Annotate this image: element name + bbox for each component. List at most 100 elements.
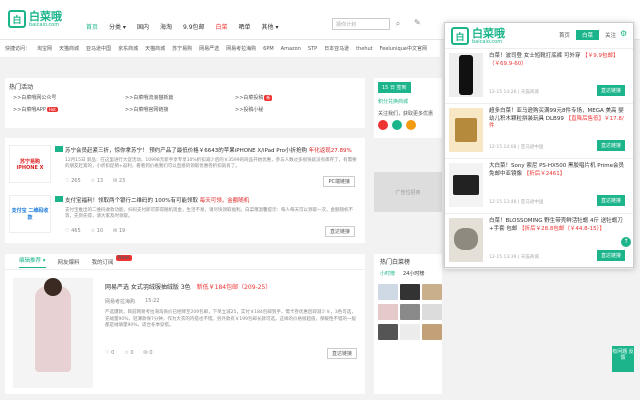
rss-icon[interactable] (406, 120, 416, 130)
deal-title[interactable]: 苏宁会员赶紧三折，惊你拿苏宁！ 预约产品了最低价格￥6643的苹果iPHONE … (65, 146, 352, 154)
comment-count[interactable]: ✉ 19 (113, 228, 125, 234)
quick-link[interactable]: 天猫商城 (145, 45, 165, 52)
deal-thumbnail[interactable]: 苏宁易购 iPHONE X (9, 145, 51, 183)
nav-99[interactable]: 9.9包邮 (183, 22, 205, 31)
scroll-top-icon[interactable]: ↑ (621, 237, 631, 247)
search-icon[interactable]: ⌕ (392, 18, 404, 30)
nav-other[interactable]: 其他 ▾ (262, 22, 279, 31)
like-count[interactable]: ♡ 0 (105, 350, 114, 356)
deal-thumbnail[interactable]: 支付宝 二维码收款 (9, 195, 51, 233)
deal-desc: 12月15日 新品：在这里进行大促活动，10998元新手享专享10%折扣减少后的… (65, 158, 357, 169)
quick-link[interactable]: thehut (356, 46, 373, 52)
rank-thumb[interactable] (422, 304, 442, 320)
deal-link-button[interactable]: 直达链接 (324, 226, 355, 237)
popup-link-button[interactable]: 直达链接 (596, 250, 625, 261)
like-count[interactable]: ♡ 265 (65, 178, 81, 184)
collect-count[interactable]: ☆ 13 (91, 178, 103, 184)
popup-link-button[interactable]: 直达链接 (596, 140, 625, 151)
rank-thumb[interactable] (378, 324, 398, 340)
quick-link[interactable]: 6PM (263, 46, 274, 52)
quick-link[interactable]: 网易考拉海购 (226, 45, 256, 52)
popup-item-title[interactable]: 大白菜！Sony 索尼 PS-HX500 黑胶唱片机 Prime会员免邮中亚镜像… (489, 163, 625, 178)
rank-thumb[interactable] (378, 284, 398, 300)
feed-title[interactable]: 网易严选 女式羽绒服抽绒版 3色 新低￥184包邮（209-25） (105, 282, 271, 291)
hot-link[interactable]: >>白菜哦APP Hot (13, 106, 58, 113)
feed-link-button[interactable]: 直达链接 (326, 348, 357, 359)
main-nav: 首页 分类 ▾ 国内 海淘 9.9包邮 白菜 晒单 其他 ▾ (86, 22, 289, 31)
popup-item-title[interactable]: 超多白菜！亚马逊购买满99元8件专场，MEGA 美高 婴幼儿积木颗粒拼装玩具 D… (489, 108, 625, 131)
hot-link[interactable]: >>白菜投稿新 (235, 94, 273, 101)
quick-link[interactable]: Amazon (281, 46, 301, 52)
tab-hour-rank[interactable]: 小时榜 (380, 270, 395, 277)
collect-count[interactable]: ☆ 10 (91, 228, 103, 234)
like-count[interactable]: ♡ 465 (65, 228, 81, 234)
tab-editor-picks[interactable]: 编辑推荐 ▾ (19, 256, 46, 268)
popup-item-image[interactable] (449, 108, 483, 152)
quick-link[interactable]: 淘宝网 (37, 45, 52, 52)
tab-subscriptions[interactable]: 我的订阅 (92, 258, 114, 266)
feedback-button[interactable]: 有问题 反馈 (612, 346, 634, 372)
edit-icon[interactable]: ✎ (414, 18, 426, 30)
comment-count[interactable]: ✉ 23 (113, 178, 125, 184)
quick-link[interactable]: 京东商城 (118, 45, 138, 52)
quick-link[interactable]: STP (308, 46, 317, 52)
tab-day-rank[interactable]: 24小时榜 (403, 270, 424, 277)
rank-thumb[interactable] (400, 324, 420, 340)
rank-thumb[interactable] (400, 284, 420, 300)
rank-thumb[interactable] (422, 284, 442, 300)
deal-desc: 支付宝推出的二维码收款功能，扫码支付即可获得随机现金，生活不易，请尽快领取福利。… (65, 208, 353, 219)
nav-overseas[interactable]: 海淘 (160, 22, 172, 31)
popup-tab-home[interactable]: 首页 (553, 30, 576, 40)
rank-thumb[interactable] (400, 304, 420, 320)
nav-baicai[interactable]: 白菜 (216, 22, 228, 31)
product-image[interactable] (13, 278, 93, 388)
quick-link[interactable]: Feelunique中文官网 (380, 45, 427, 52)
quick-link[interactable]: 亚马逊中国 (86, 45, 111, 52)
popup-link-button[interactable]: 直达链接 (596, 195, 625, 206)
checkin-button[interactable]: 15 日 签到 (378, 82, 411, 93)
gear-icon[interactable]: ⚙ (620, 29, 627, 38)
tab-user-reports[interactable]: 网友爆料 (58, 258, 80, 266)
ad-slot[interactable]: 广告位招商 (374, 172, 442, 212)
site-logo[interactable]: 白 白菜哦 baicaio.com (8, 10, 62, 28)
quick-link[interactable]: 日本亚马逊 (324, 45, 349, 52)
points-mall-link[interactable]: 积分兑换商城 (378, 98, 408, 105)
popup-item-image[interactable] (449, 163, 483, 207)
collect-count[interactable]: ☆ 0 (124, 350, 133, 356)
quick-link[interactable]: 网易严选 (199, 45, 219, 52)
hot-link[interactable]: >>投稿小秘 (235, 106, 263, 113)
deal-item: 苏宁易购 iPHONE X 苏宁会员赶紧三折，惊你拿苏宁！ 预约产品了最低价格￥… (9, 142, 361, 188)
popup-item-image[interactable] (449, 53, 483, 97)
hot-link[interactable]: >>白菜哦官网链接 (125, 106, 168, 113)
popup-item-image[interactable] (449, 218, 483, 262)
quick-link[interactable]: 天猫商城 (59, 45, 79, 52)
popup-link-button[interactable]: 直达链接 (596, 85, 625, 96)
deal-tag-icon (55, 196, 63, 202)
nav-domestic[interactable]: 国内 (137, 22, 149, 31)
comment-count[interactable]: ✉ 0 (144, 350, 153, 356)
rank-thumb[interactable] (422, 324, 442, 340)
popup-logo[interactable]: 白 白菜哦 baicaio.com (451, 27, 505, 45)
hot-link[interactable]: >>白菜哦网公众号 (13, 94, 56, 101)
deal-title[interactable]: 支付宝福利！领取两个银行二维码的 100%有可能领取 每天可领，金额随机 (65, 196, 249, 204)
hot-link[interactable]: >>白菜哦流浪猫新篇 (125, 94, 173, 101)
search-input[interactable]: 猜你计划 (332, 18, 390, 30)
popup-item-meta: 12-15 14:08 | 亚马逊中国 (489, 145, 544, 150)
deal-link-button[interactable]: PC端链接 (323, 176, 355, 187)
popup-tab-follow[interactable]: 关注 (599, 30, 622, 40)
nav-category[interactable]: 分类 ▾ (109, 22, 126, 31)
rank-thumb[interactable] (378, 304, 398, 320)
popup-tab-baicai[interactable]: 白菜 (576, 30, 600, 40)
wechat-icon[interactable] (392, 120, 402, 130)
quick-link[interactable]: 苏宁易购 (172, 45, 192, 52)
popup-logo-subtext: baicaio.com (472, 38, 503, 45)
deals-panel: 苏宁易购 iPHONE X 苏宁会员赶紧三折，惊你拿苏宁！ 预约产品了最低价格￥… (5, 138, 365, 243)
popup-item-title[interactable]: 白菜！BLOSSOMING 野生带壳鲜活牡蛎 4斤 送牡蛎刀+手套 包邮 【折后… (489, 218, 625, 233)
feed-store[interactable]: 网易考拉海购 (105, 298, 135, 305)
deal-meta: ♡ 265 ☆ 13 ✉ 23 (65, 178, 125, 184)
nav-home[interactable]: 首页 (86, 22, 98, 31)
weibo-icon[interactable] (378, 120, 388, 130)
feed-panel: 编辑推荐 ▾ 网友爆料 我的订阅 New 网易严选 女式羽绒服抽绒版 3色 新低… (5, 254, 365, 394)
popup-item-title[interactable]: 白菜！波司登 女士短靴打底裤 可外穿 【￥9.9包邮】（￥69.9-60） (489, 53, 625, 68)
nav-showcase[interactable]: 晒单 (239, 22, 251, 31)
